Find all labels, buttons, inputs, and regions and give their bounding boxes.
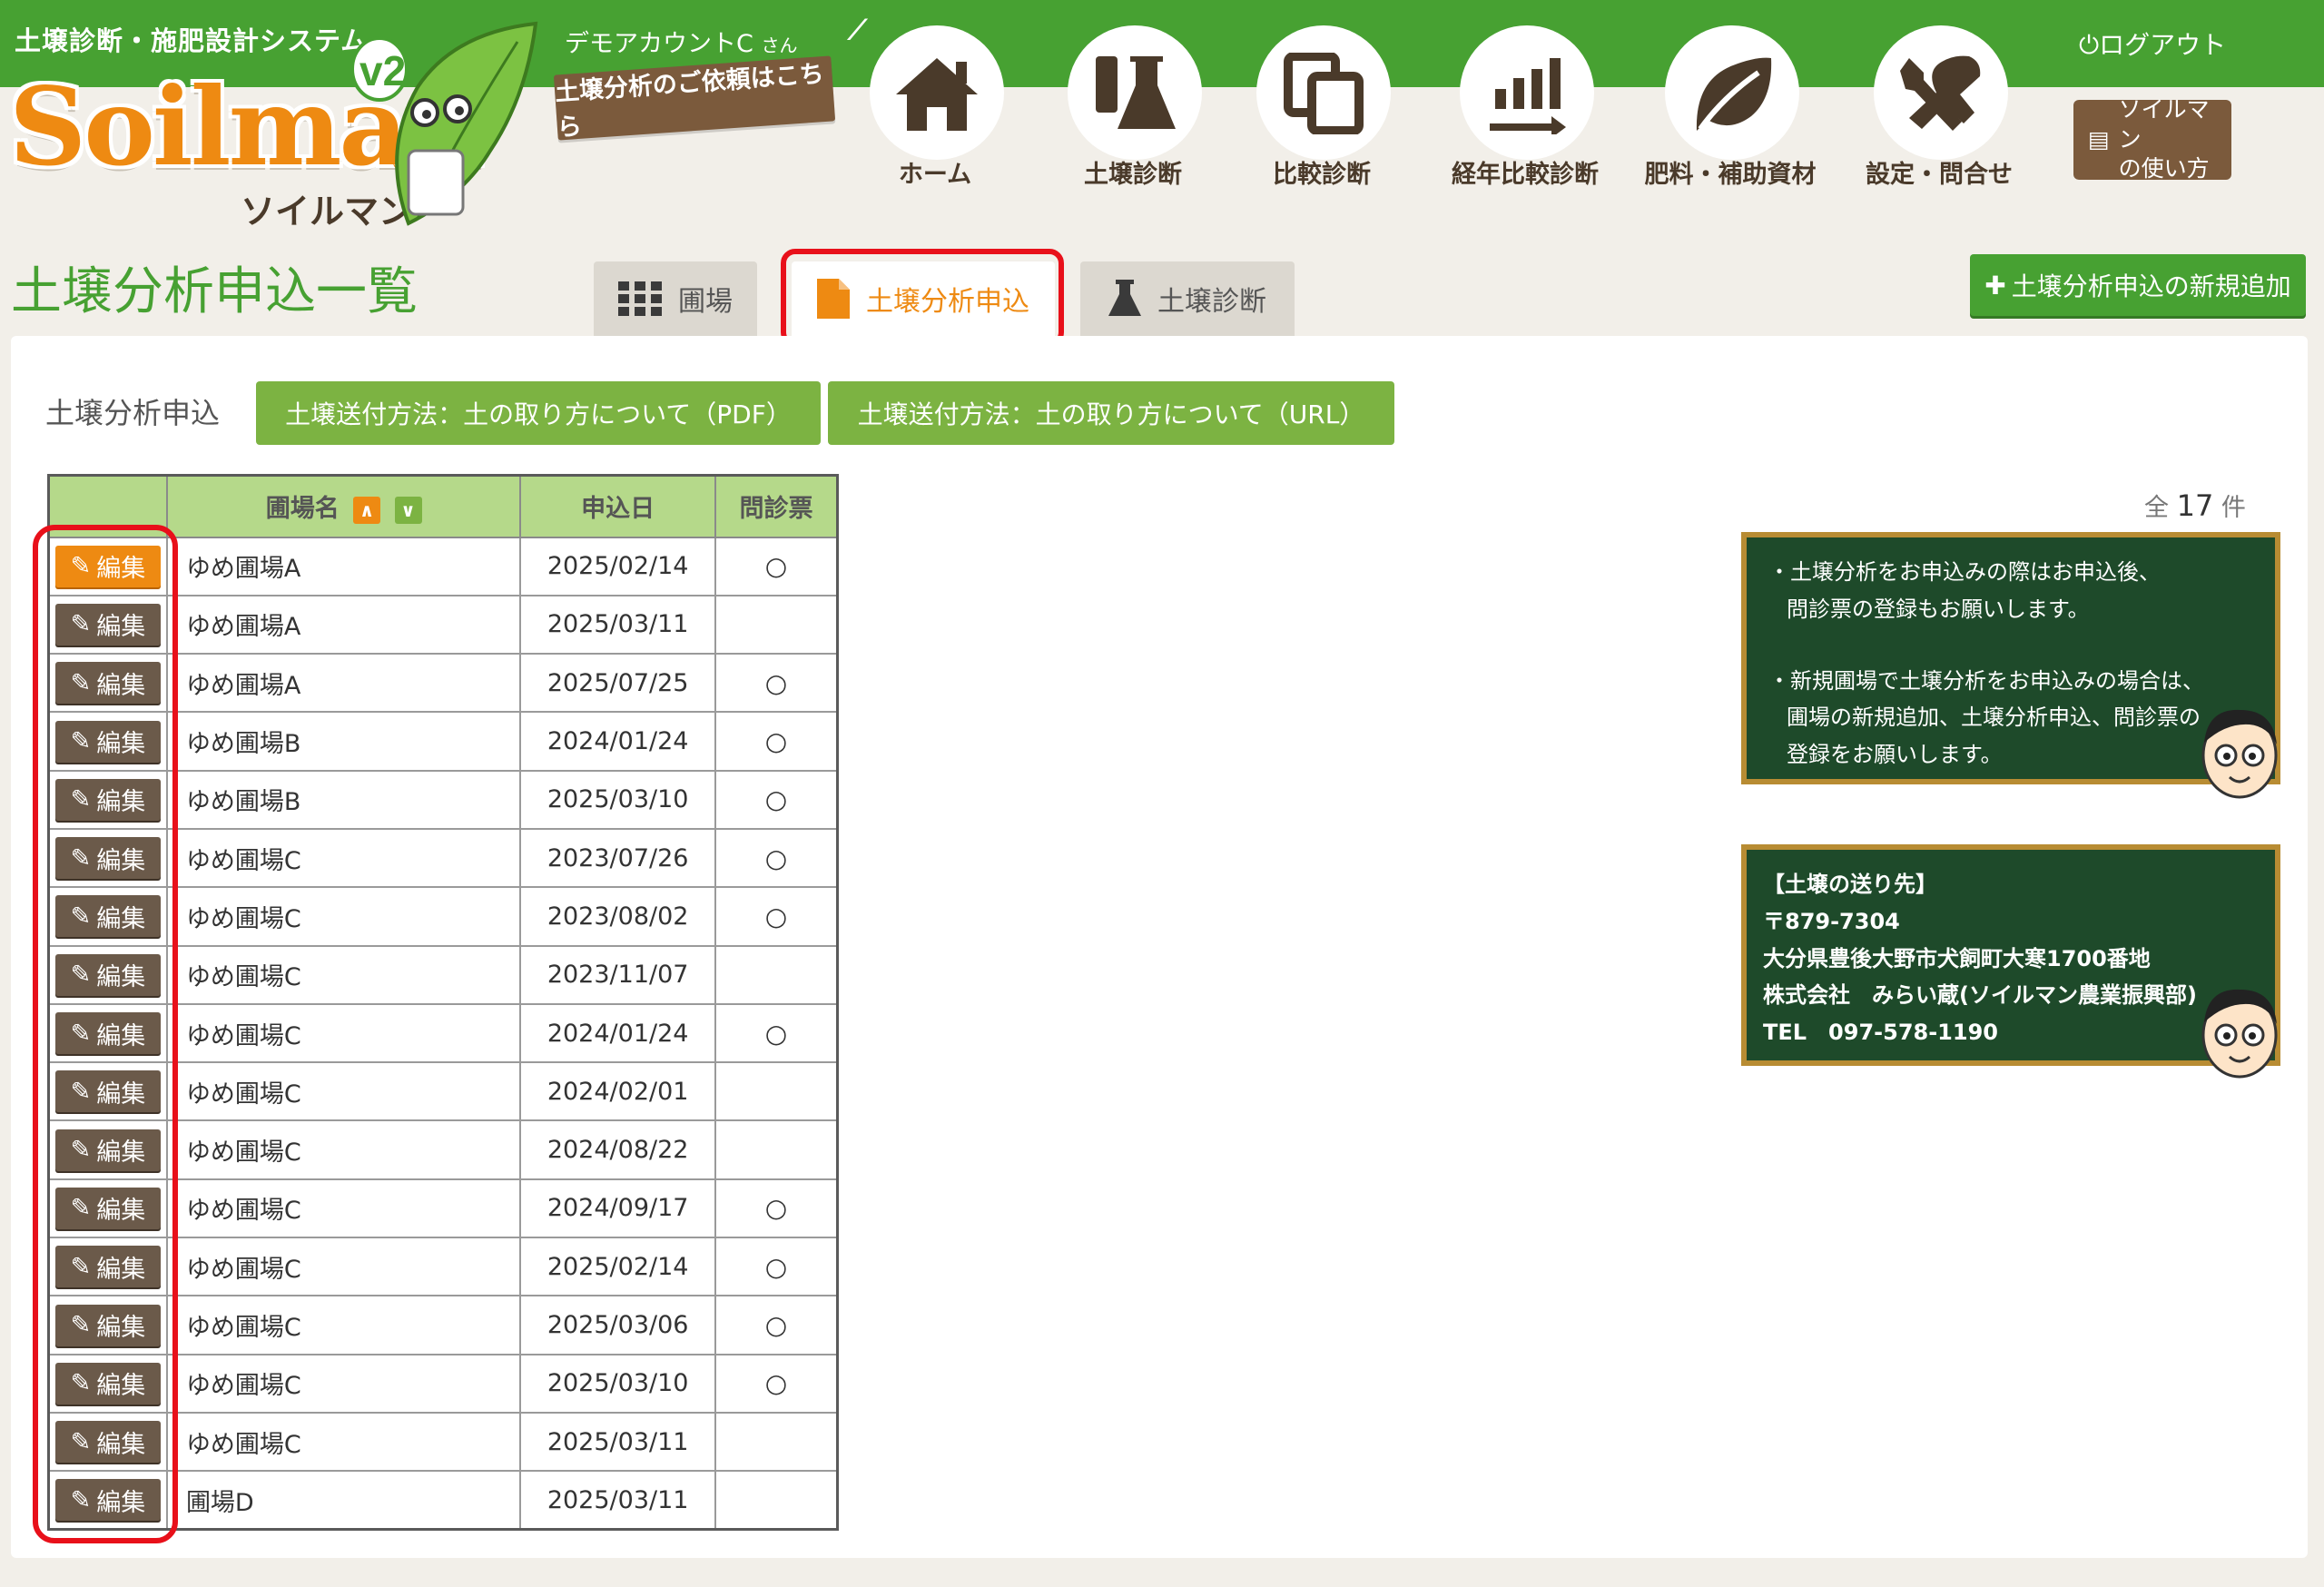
nav-compare-diagnosis[interactable]: 比較診断 [1231, 9, 1413, 191]
questionnaire-cell [714, 1470, 839, 1531]
tab-highlight-frame [781, 249, 1064, 347]
total-count: 全 17 件 [2144, 488, 2246, 523]
field-name-cell: ゆめ圃場C [165, 827, 522, 889]
field-name-cell: ゆめ圃場C [165, 1119, 522, 1180]
questionnaire-cell [714, 944, 839, 1005]
questionnaire-cell: ○ [714, 886, 839, 947]
page-title: 土壌分析申込一覧 [11, 262, 418, 321]
brand-tagline: 土壌診断・施肥設計システム [15, 25, 369, 56]
field-name-cell: ゆめ圃場C [165, 1353, 522, 1414]
questionnaire-cell: ○ [714, 1178, 839, 1239]
questionnaire-cell: ○ [714, 1295, 839, 1355]
date-cell: 2025/03/11 [519, 1411, 717, 1473]
field-name-cell: ゆめ圃場A [165, 594, 522, 656]
date-cell: 2024/01/24 [519, 1002, 717, 1064]
questionnaire-cell [714, 1061, 839, 1122]
date-cell: 2025/03/06 [519, 1295, 717, 1355]
field-name-cell: 圃場D [165, 1470, 522, 1531]
sort-desc-icon[interactable]: ∨ [394, 496, 422, 524]
nav-home[interactable]: ⟋ ホーム [844, 9, 1026, 191]
date-cell: 2023/07/26 [519, 827, 717, 889]
field-name-cell: ゆめ圃場B [165, 711, 522, 772]
date-cell: 2024/01/24 [519, 711, 717, 772]
advisor-face-icon [2201, 709, 2278, 799]
questionnaire-cell: ○ [714, 1002, 839, 1064]
date-cell: 2024/09/17 [519, 1178, 717, 1239]
copy-icon [1284, 53, 1364, 134]
date-cell: 2025/03/10 [519, 1353, 717, 1414]
date-cell: 2023/11/07 [519, 944, 717, 1005]
tools-icon [1900, 55, 1981, 131]
field-name-cell: ゆめ圃場B [165, 769, 522, 830]
grid-icon [618, 281, 662, 316]
date-cell: 2023/08/02 [519, 886, 717, 947]
date-cell: 2025/02/14 [519, 536, 717, 596]
flask-icon [1096, 56, 1176, 129]
logout-link[interactable]: ⏻ログアウト [2079, 25, 2226, 62]
add-analysis-request-button[interactable]: ✚ 土壌分析申込の新規追加 [1970, 254, 2306, 316]
main-nav: ⟋ ホーム 土壌診断 比較診断 経年比較診断 肥料・補助資材 設定・問合せ [844, 9, 2043, 191]
flask-icon [1108, 280, 1141, 316]
date-cell: 2025/03/11 [519, 1470, 717, 1531]
field-name-cell: ゆめ圃場A [165, 653, 522, 714]
guide-url-button[interactable]: 土壌送付方法：土の取り方について（URL） [828, 381, 1394, 445]
field-name-header: 圃場名 ∧ ∨ [165, 474, 522, 538]
section-label: 土壌分析申込 [45, 396, 221, 430]
tab-soil-diagnosis[interactable]: 土壌診断 [1080, 261, 1295, 336]
howto-button[interactable]: ▤ ソイルマン の使い方 [2073, 96, 2231, 182]
date-cell: 2025/02/14 [519, 1237, 717, 1297]
questionnaire-header: 問診票 [714, 474, 839, 538]
date-cell: 2025/03/10 [519, 769, 717, 830]
questionnaire-cell: ○ [714, 653, 839, 714]
book-icon: ▤ [2088, 125, 2110, 153]
field-name-cell: ゆめ圃場C [165, 1178, 522, 1239]
nav-settings-contact[interactable]: 設定・問合せ [1848, 9, 2030, 191]
questionnaire-cell: ○ [714, 1237, 839, 1297]
edit-column-highlight-frame [33, 525, 178, 1543]
field-name-cell: ゆめ圃場C [165, 1002, 522, 1064]
logo-version-badge: v2 [359, 47, 406, 94]
nav-fertilizer[interactable]: 肥料・補助資材 [1640, 9, 1821, 191]
power-icon: ⏻ [2079, 30, 2100, 60]
home-icon [896, 58, 978, 131]
nav-soil-diagnosis[interactable]: 土壌診断 [1042, 9, 1224, 191]
trend-chart-icon [1490, 58, 1566, 134]
date-cell: 2024/02/01 [519, 1061, 717, 1122]
mascot-leaf-icon: v2 [350, 21, 538, 226]
field-name-cell: ゆめ圃場C [165, 944, 522, 1005]
site-header: 土壌診断・施肥設計システム Soilman ® ソイルマン v2 デモアカウント… [0, 0, 2324, 232]
questionnaire-cell: ○ [714, 1353, 839, 1414]
field-name-cell: ゆめ圃場C [165, 886, 522, 947]
tab-field[interactable]: 圃場 [594, 261, 757, 336]
guide-pdf-button[interactable]: 土壌送付方法：土の取り方について（PDF） [256, 381, 821, 445]
questionnaire-cell [714, 1411, 839, 1473]
field-name-cell: ゆめ圃場C [165, 1295, 522, 1355]
date-cell: 2024/08/22 [519, 1119, 717, 1180]
field-name-cell: ゆめ圃場C [165, 1061, 522, 1122]
main-panel: 土壌分析申込 土壌送付方法：土の取り方について（PDF） 土壌送付方法：土の取り… [11, 336, 2308, 1558]
questionnaire-cell: ○ [714, 769, 839, 830]
date-cell: 2025/07/25 [519, 653, 717, 714]
questionnaire-cell [714, 1119, 839, 1180]
field-name-cell: ゆめ圃場A [165, 536, 522, 596]
questionnaire-cell: ○ [714, 827, 839, 889]
date-cell: 2025/03/11 [519, 594, 717, 656]
field-name-cell: ゆめ圃場C [165, 1237, 522, 1297]
field-name-cell: ゆめ圃場C [165, 1411, 522, 1473]
questionnaire-cell [714, 594, 839, 656]
user-name: デモアカウントC さん [565, 30, 798, 58]
leaf-icon [1696, 57, 1772, 131]
questionnaire-cell: ○ [714, 536, 839, 596]
date-header: 申込日 [519, 474, 717, 538]
plus-icon: ✚ [1984, 270, 2006, 301]
advisor-face-icon [2201, 989, 2278, 1079]
questionnaire-cell: ○ [714, 711, 839, 772]
sort-asc-icon[interactable]: ∧ [353, 496, 381, 524]
nav-yearly-compare[interactable]: 経年比較診断 [1434, 9, 1616, 191]
